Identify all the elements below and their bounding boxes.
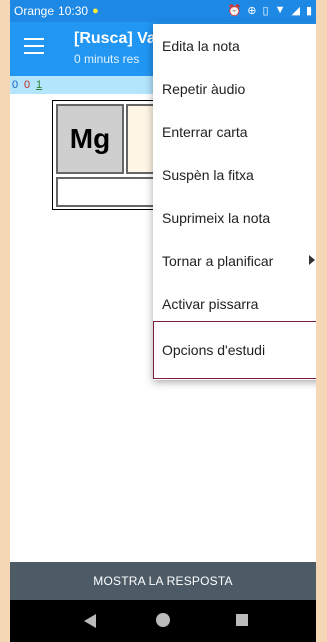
wifi-icon: ▼ — [274, 4, 286, 16]
vibrate-icon: ▯ — [262, 5, 269, 17]
carrier-label: Orange — [14, 4, 55, 18]
menu-item-bury-card[interactable]: Enterrar carta — [153, 112, 316, 152]
hamburger-icon[interactable] — [24, 38, 44, 54]
notification-icon: ● — [92, 5, 99, 17]
menu-item-suspend-card[interactable]: Suspèn la fitxa — [153, 155, 316, 195]
signal-icon: ◢ — [291, 5, 300, 17]
new-count: 0 — [12, 79, 19, 91]
recents-icon[interactable] — [236, 614, 248, 626]
home-icon[interactable] — [156, 613, 170, 627]
app-screen: Orange 10:30 ● ⏰ ⊕ ▯ ▼ ◢ ▮ [Rusca] Va 0 … — [10, 0, 316, 642]
time-label: 10:30 — [58, 4, 89, 18]
alarm-icon: ⏰ — [227, 5, 242, 17]
overflow-menu: Edita la nota Repetir àudio Enterrar car… — [153, 24, 316, 380]
battery-icon: ▮ — [305, 5, 312, 17]
status-bar: Orange 10:30 ● ⏰ ⊕ ▯ ▼ ◢ ▮ — [10, 0, 316, 22]
deck-subtitle: 0 minuts res — [74, 52, 140, 66]
deck-title: [Rusca] Va — [74, 30, 156, 47]
sync-icon: ⊕ — [247, 5, 257, 17]
show-answer-button[interactable]: MOSTRA LA RESPOSTA — [10, 562, 316, 600]
menu-item-delete-note[interactable]: Suprimeix la nota — [153, 198, 316, 238]
menu-item-whiteboard[interactable]: Activar pissarra — [153, 284, 316, 324]
menu-item-edit-note[interactable]: Edita la nota — [153, 26, 316, 66]
back-icon[interactable] — [84, 614, 96, 628]
submenu-arrow-icon — [309, 255, 315, 265]
review-count: 1 — [36, 79, 43, 91]
learning-count: 0 — [24, 79, 31, 91]
menu-item-replay-audio[interactable]: Repetir àudio — [153, 69, 316, 109]
element-symbol-cell: Mg — [56, 104, 124, 174]
system-nav-bar — [10, 600, 316, 642]
menu-item-reschedule[interactable]: Tornar a planificar — [153, 241, 316, 281]
study-options-highlight — [153, 321, 316, 379]
